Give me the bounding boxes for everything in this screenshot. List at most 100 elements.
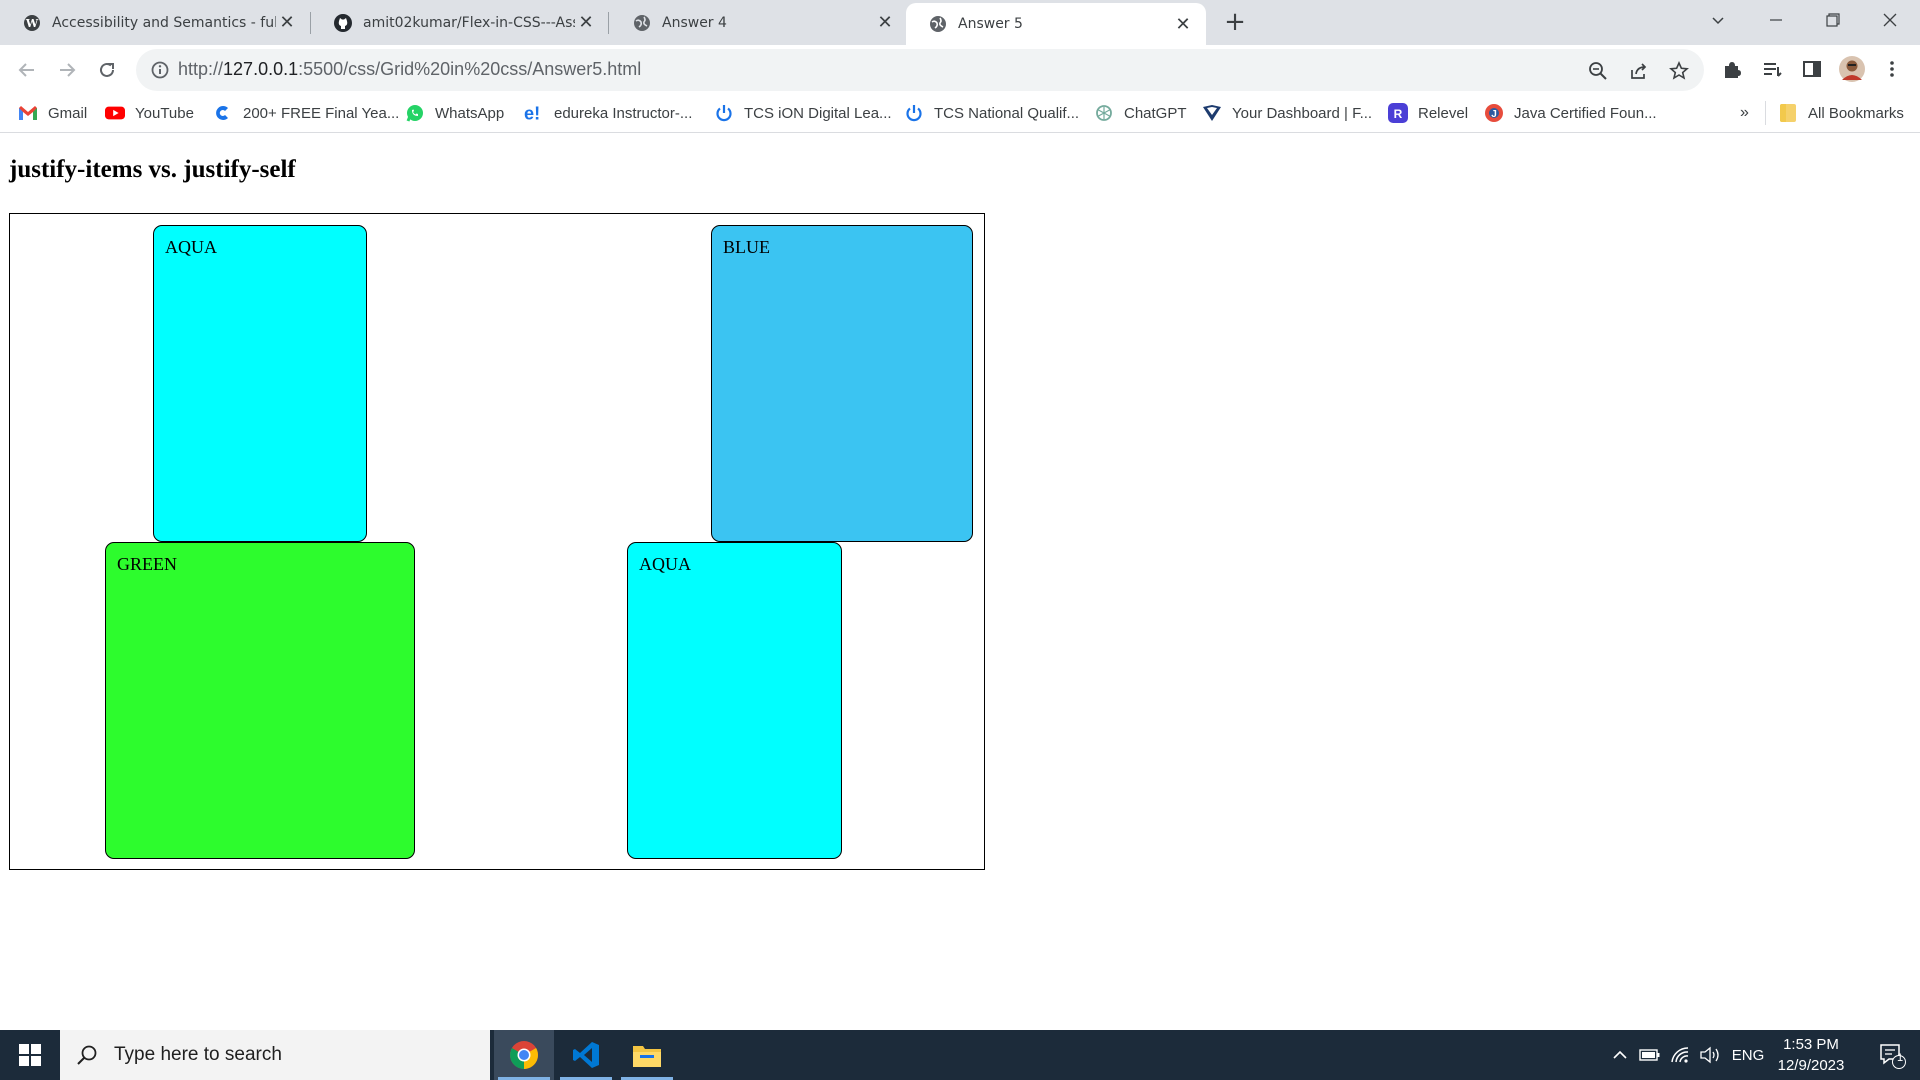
- folder-icon: [633, 1046, 661, 1067]
- grid-item-label: AQUA: [165, 237, 217, 257]
- grid-item-label: BLUE: [723, 237, 770, 257]
- java-icon: J: [1484, 103, 1504, 123]
- new-tab-button[interactable]: +: [1219, 6, 1251, 38]
- profile-avatar[interactable]: [1838, 55, 1866, 83]
- address-bar[interactable]: http://127.0.0.1:5500/css/Grid%20in%20cs…: [136, 49, 1704, 91]
- bookmark-java[interactable]: J Java Certified Foun...: [1484, 101, 1657, 125]
- url-scheme: http://: [178, 59, 224, 79]
- battery-icon[interactable]: [1636, 1030, 1664, 1080]
- bookmarks-overflow-button[interactable]: »: [1740, 101, 1749, 125]
- tab-answer-5[interactable]: Answer 5 ✕: [906, 3, 1206, 45]
- notifications-button[interactable]: 1: [1864, 1030, 1920, 1080]
- bookmark-label: All Bookmarks: [1808, 104, 1904, 122]
- minimize-button[interactable]: [1748, 0, 1804, 40]
- bookmark-label: ChatGPT: [1124, 104, 1187, 122]
- bookmark-dashboard[interactable]: Your Dashboard | F...: [1202, 101, 1372, 125]
- taskbar-search-box[interactable]: Type here to search: [60, 1030, 490, 1080]
- reload-icon: [100, 62, 114, 77]
- tab-strip: W Accessibility and Semantics - full ✕ a…: [0, 0, 1920, 45]
- taskbar-clock[interactable]: 1:53 PM 12/9/2023: [1766, 1034, 1856, 1076]
- c-logo-icon: [213, 103, 233, 123]
- bookmark-edureka[interactable]: e! edureka Instructor-...: [524, 101, 692, 125]
- taskbar-vscode[interactable]: [556, 1030, 616, 1080]
- bookmark-final-year[interactable]: 200+ FREE Final Yea...: [213, 101, 399, 125]
- tab-answer-4[interactable]: Answer 4 ✕: [610, 0, 908, 45]
- close-window-button[interactable]: [1862, 0, 1918, 40]
- url-path: :5500/css/Grid%20in%20css/Answer5.html: [298, 59, 642, 79]
- bookmark-relevel[interactable]: R Relevel: [1388, 101, 1468, 125]
- relevel-icon: R: [1388, 103, 1408, 123]
- page-content: justify-items vs. justify-self AQUA BLUE…: [0, 134, 1920, 1030]
- url-text[interactable]: http://127.0.0.1:5500/css/Grid%20in%20cs…: [178, 59, 641, 80]
- taskbar-file-explorer[interactable]: [617, 1030, 677, 1080]
- arrow-left-icon: [18, 63, 34, 77]
- grid-container: AQUA BLUE GREEN AQUA: [9, 213, 985, 870]
- dashboard-icon: [1202, 103, 1222, 123]
- windows-taskbar: Type here to search ENG 1:53 PM 12/9/202…: [0, 1030, 1920, 1080]
- extensions-icon[interactable]: [1720, 57, 1744, 81]
- bookmark-label: TCS National Qualif...: [934, 104, 1080, 122]
- bookmark-youtube[interactable]: YouTube: [105, 101, 194, 125]
- grid-item-label: AQUA: [639, 554, 691, 574]
- arrow-right-icon: [60, 63, 76, 77]
- tab-title: Answer 4: [662, 14, 727, 31]
- wordpress-icon: W: [22, 13, 42, 33]
- search-placeholder: Type here to search: [114, 1044, 282, 1065]
- svg-text:W: W: [25, 17, 39, 30]
- bookmarks-bar: Gmail YouTube 200+ FREE Final Yea... Wha…: [0, 93, 1920, 133]
- whatsapp-icon: [405, 103, 425, 123]
- vscode-icon: [573, 1042, 599, 1068]
- svg-text:e!: e!: [524, 103, 540, 123]
- bookmark-whatsapp[interactable]: WhatsApp: [405, 101, 504, 125]
- bookmark-tcs-ion[interactable]: TCS iON Digital Lea...: [714, 101, 892, 125]
- start-button[interactable]: [0, 1030, 60, 1080]
- bookmark-label: YouTube: [135, 104, 194, 122]
- menu-kebab-icon[interactable]: [1880, 57, 1904, 81]
- github-icon: [333, 13, 353, 33]
- tab-accessibility[interactable]: W Accessibility and Semantics - full ✕: [0, 0, 310, 45]
- all-bookmarks-button[interactable]: All Bookmarks: [1778, 101, 1904, 125]
- volume-icon[interactable]: [1696, 1030, 1724, 1080]
- bookmark-gmail[interactable]: Gmail: [18, 101, 87, 125]
- folder-icon: [1778, 103, 1798, 123]
- forward-button[interactable]: [50, 53, 84, 87]
- show-hidden-icons-chevron-icon[interactable]: [1606, 1030, 1634, 1080]
- restore-button[interactable]: [1805, 0, 1861, 40]
- tab-title: Accessibility and Semantics - full: [52, 14, 276, 31]
- grid-item-blue: BLUE: [711, 225, 973, 542]
- svg-text:J: J: [1491, 109, 1497, 120]
- taskbar-chrome[interactable]: [494, 1030, 554, 1080]
- clock-date: 12/9/2023: [1777, 1057, 1845, 1074]
- bookmarks-separator: [1765, 101, 1766, 125]
- bookmark-label: Relevel: [1418, 104, 1469, 122]
- language-indicator[interactable]: ENG: [1728, 1030, 1768, 1080]
- tab-search-chevron-icon[interactable]: [1690, 0, 1746, 40]
- side-panel-icon[interactable]: [1800, 57, 1824, 81]
- close-icon[interactable]: ✕: [575, 12, 597, 34]
- close-icon[interactable]: ✕: [276, 12, 298, 34]
- windows-logo-icon: [19, 1044, 41, 1066]
- bookmark-chatgpt[interactable]: ChatGPT: [1094, 101, 1187, 125]
- grid-item-label: GREEN: [117, 554, 177, 574]
- bookmark-tcs-nqt[interactable]: TCS National Qualif...: [904, 101, 1079, 125]
- svg-text:R: R: [1394, 107, 1403, 121]
- reload-button[interactable]: [90, 53, 124, 87]
- tab-title: amit02kumar/Flex-in-CSS---Ass: [363, 14, 575, 31]
- bookmark-star-icon[interactable]: [1667, 59, 1691, 83]
- close-icon[interactable]: ✕: [874, 12, 896, 34]
- tab-title: Answer 5: [958, 16, 1023, 32]
- reading-list-icon[interactable]: [1760, 57, 1784, 81]
- globe-icon: [928, 14, 948, 34]
- wifi-icon[interactable]: [1666, 1030, 1694, 1080]
- share-icon[interactable]: [1627, 59, 1651, 83]
- tab-github[interactable]: amit02kumar/Flex-in-CSS---Ass ✕: [311, 0, 609, 45]
- bookmark-label: 200+ FREE Final Yea...: [243, 104, 400, 122]
- close-icon[interactable]: ✕: [1172, 13, 1194, 35]
- back-button[interactable]: [10, 53, 44, 87]
- zoom-out-icon[interactable]: [1586, 59, 1610, 83]
- site-info-icon[interactable]: [150, 60, 170, 80]
- grid-item-aqua: AQUA: [153, 225, 367, 542]
- tab-separator: [608, 12, 609, 34]
- chrome-icon: [510, 1041, 538, 1069]
- power-icon: [904, 103, 924, 123]
